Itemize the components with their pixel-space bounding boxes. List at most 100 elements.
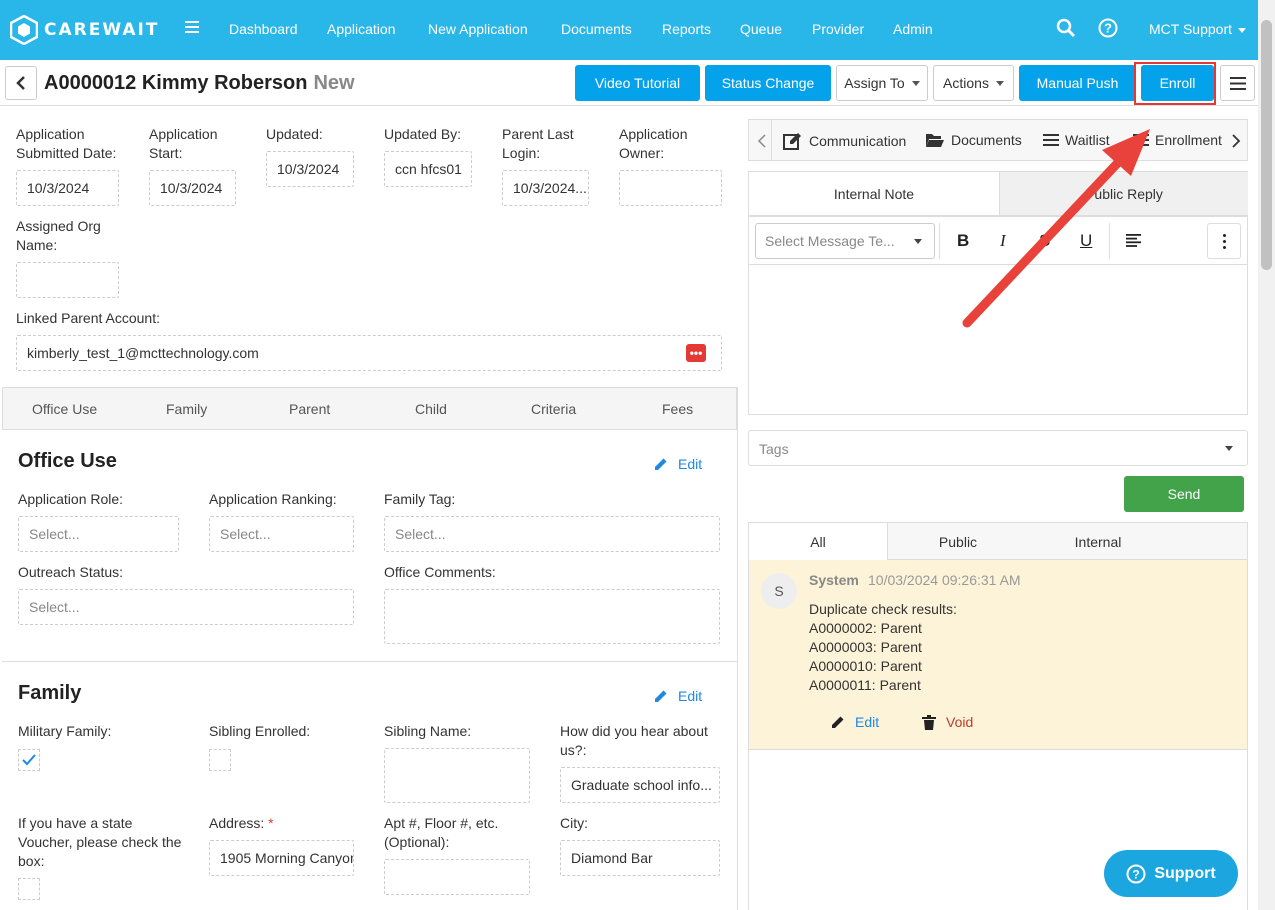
- underline-icon[interactable]: U: [1080, 231, 1092, 251]
- chevron-left-icon: [16, 76, 25, 90]
- search-icon[interactable]: [1056, 18, 1076, 38]
- apt-label: Apt #, Floor #, etc. (Optional):: [384, 815, 499, 850]
- nav-documents[interactable]: Documents: [561, 21, 632, 37]
- nav-dashboard[interactable]: Dashboard: [229, 21, 298, 37]
- actions-dropdown[interactable]: Actions: [933, 65, 1014, 101]
- status-change-button[interactable]: Status Change: [705, 65, 831, 101]
- application-owner-field: [619, 170, 722, 206]
- submitted-date-label: Application Submitted Date:: [16, 126, 117, 161]
- enroll-highlight-box: [1134, 62, 1216, 105]
- message-template-select[interactable]: Select Message Te...: [755, 223, 935, 259]
- linked-parent-field: kimberly_test_1@mcttechnology.com: [16, 335, 722, 371]
- tab-criteria[interactable]: Criteria: [531, 401, 576, 417]
- updated-label: Updated:: [266, 126, 323, 142]
- support-button[interactable]: ? Support: [1104, 850, 1238, 897]
- actions-label: Actions: [943, 75, 989, 91]
- apt-field[interactable]: [384, 859, 530, 895]
- outreach-status-label: Outreach Status:: [18, 564, 124, 580]
- tab-fees[interactable]: Fees: [662, 401, 693, 417]
- tab-parent[interactable]: Parent: [289, 401, 330, 417]
- application-ranking-select[interactable]: Select...: [209, 516, 354, 552]
- more-dots-icon[interactable]: •••: [686, 344, 706, 362]
- nav-admin[interactable]: Admin: [893, 21, 933, 37]
- nav-provider[interactable]: Provider: [812, 21, 864, 37]
- bold-icon[interactable]: B: [957, 231, 969, 251]
- more-menu-button[interactable]: [1220, 65, 1255, 101]
- application-role-label: Application Role:: [18, 491, 124, 507]
- list-icon: [1133, 134, 1149, 146]
- message-edit-link[interactable]: Edit: [831, 714, 879, 730]
- application-owner-label: Application Owner:: [619, 126, 688, 161]
- voucher-label: If you have a state Voucher, please chec…: [18, 815, 182, 869]
- italic-icon[interactable]: I: [1000, 231, 1006, 251]
- message-textarea[interactable]: [749, 265, 1247, 414]
- tab-child[interactable]: Child: [415, 401, 447, 417]
- sibling-enrolled-label: Sibling Enrolled:: [209, 723, 311, 739]
- tab-all[interactable]: All: [749, 523, 888, 560]
- checkmark-icon: [22, 754, 36, 766]
- application-start-label: Application Start:: [149, 126, 218, 161]
- align-left-icon[interactable]: [1126, 234, 1141, 247]
- city-field[interactable]: Diamond Bar: [560, 840, 720, 876]
- video-tutorial-button[interactable]: Video Tutorial: [575, 65, 700, 101]
- tab-documents[interactable]: Documents: [925, 132, 1022, 148]
- hamburger-menu-icon[interactable]: [185, 20, 199, 36]
- tab-internal[interactable]: Internal: [1028, 523, 1168, 560]
- tab-office-use[interactable]: Office Use: [32, 401, 97, 417]
- status-badge: New: [313, 72, 355, 94]
- strikethrough-icon[interactable]: S: [1039, 231, 1050, 251]
- parent-last-login-label: Parent Last Login:: [502, 126, 574, 161]
- chevron-right-icon[interactable]: [1231, 134, 1241, 148]
- address-label: Address: *: [209, 814, 274, 833]
- tab-label: Documents: [951, 132, 1022, 148]
- more-options-icon[interactable]: [1207, 223, 1241, 259]
- caret-down-icon: [914, 239, 922, 244]
- top-navbar: CAREWAIT Dashboard Application New Appli…: [0, 0, 1275, 60]
- sibling-enrolled-checkbox[interactable]: [209, 749, 231, 771]
- send-button[interactable]: Send: [1124, 476, 1244, 512]
- nav-application[interactable]: Application: [327, 21, 396, 37]
- tab-label: Waitlist: [1065, 132, 1110, 148]
- outreach-status-select[interactable]: Select...: [18, 589, 354, 625]
- toolbar-divider: [1109, 223, 1110, 259]
- tab-communication[interactable]: Communication: [783, 132, 906, 150]
- voucher-checkbox[interactable]: [18, 878, 40, 900]
- nav-new-application[interactable]: New Application: [428, 21, 528, 37]
- military-family-checkbox[interactable]: [18, 749, 40, 771]
- application-role-select[interactable]: Select...: [18, 516, 179, 552]
- message-void-link[interactable]: Void: [922, 714, 973, 730]
- office-comments-field[interactable]: [384, 589, 720, 644]
- family-tag-select[interactable]: Select...: [384, 516, 720, 552]
- tags-select[interactable]: Tags: [748, 430, 1248, 466]
- chevron-left-icon[interactable]: [757, 134, 767, 148]
- manual-push-button[interactable]: Manual Push: [1019, 65, 1136, 101]
- assigned-org-label: Assigned Org Name:: [16, 218, 101, 253]
- message-editor: Select Message Te... B I S U: [748, 216, 1248, 415]
- address-field[interactable]: 1905 Morning Canyon: [209, 840, 354, 876]
- office-use-edit-link[interactable]: Edit: [654, 456, 702, 472]
- help-icon[interactable]: ?: [1098, 18, 1118, 38]
- tab-waitlist[interactable]: Waitlist: [1043, 132, 1110, 148]
- nav-queue[interactable]: Queue: [740, 21, 782, 37]
- tab-public[interactable]: Public: [888, 523, 1028, 560]
- folder-open-icon: [926, 134, 944, 147]
- address-label-text: Address:: [209, 815, 265, 831]
- assign-to-dropdown[interactable]: Assign To: [836, 65, 928, 101]
- user-menu[interactable]: MCT Support: [1149, 21, 1246, 37]
- family-edit-link[interactable]: Edit: [654, 688, 702, 704]
- tab-internal-note[interactable]: Internal Note: [749, 172, 999, 215]
- message-body: Duplicate check results: A0000002: Paren…: [809, 600, 957, 695]
- hear-about-field[interactable]: Graduate school info...: [560, 767, 720, 803]
- scrollbar-thumb[interactable]: [1261, 20, 1272, 270]
- tab-public-reply[interactable]: Public Reply: [999, 172, 1248, 215]
- assigned-org-field: [16, 262, 119, 298]
- user-name: MCT Support: [1149, 21, 1232, 37]
- back-button[interactable]: [5, 66, 37, 100]
- tab-enrollment[interactable]: Enrollment: [1133, 132, 1227, 148]
- message-filter-tabs: All Public Internal: [748, 522, 1248, 560]
- sibling-name-field[interactable]: [384, 748, 530, 803]
- carewait-logo[interactable]: CAREWAIT: [10, 14, 159, 46]
- message-line: A0000002: Parent: [809, 620, 922, 636]
- nav-reports[interactable]: Reports: [662, 21, 711, 37]
- tab-family[interactable]: Family: [166, 401, 207, 417]
